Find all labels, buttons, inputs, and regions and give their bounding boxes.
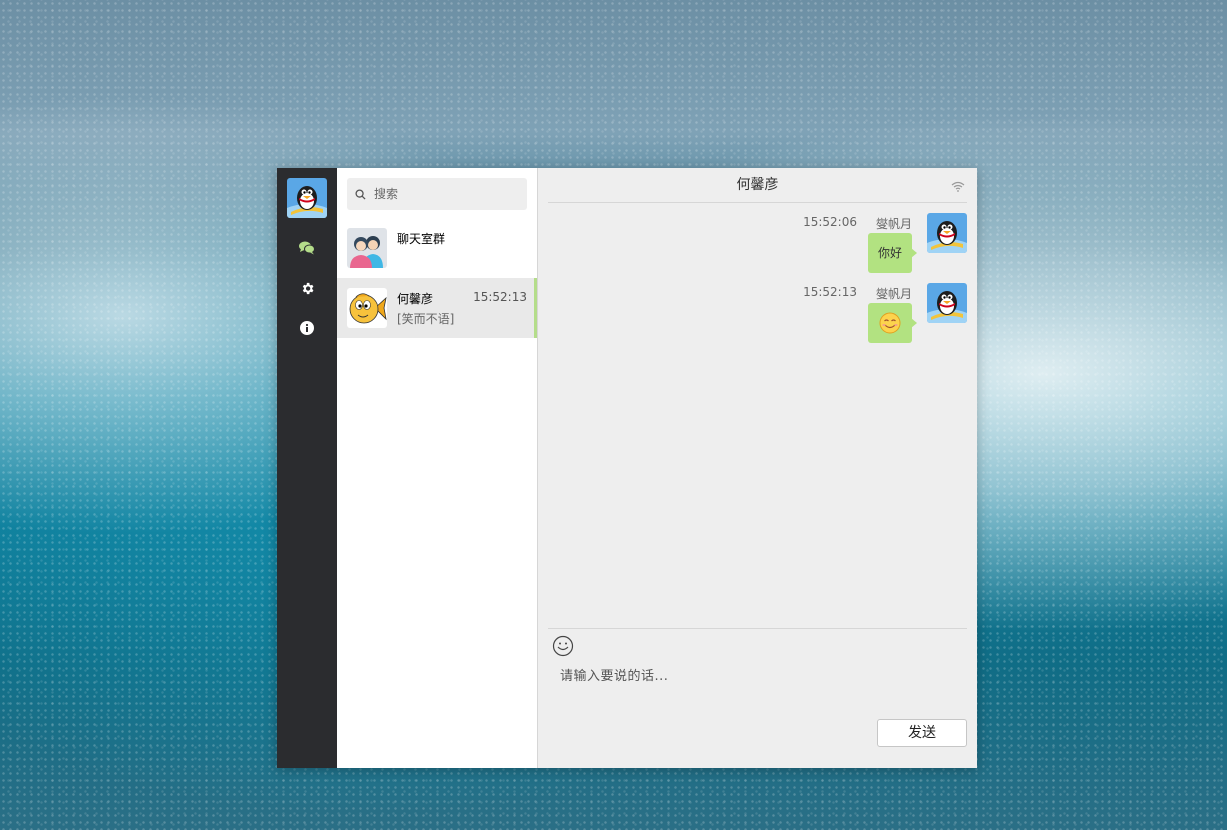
session-list-panel: 聊天室群 何馨彦 15:52:13 [笑而不语] bbox=[337, 168, 538, 768]
nav-about-button[interactable] bbox=[297, 318, 317, 338]
chat-bubbles-icon bbox=[299, 241, 315, 255]
search-icon bbox=[355, 188, 366, 200]
nav-chat-button[interactable] bbox=[297, 238, 317, 258]
session-last-message: [笑而不语] bbox=[397, 312, 455, 326]
wifi-icon bbox=[951, 177, 965, 196]
session-item-active[interactable]: 何馨彦 15:52:13 [笑而不语] bbox=[337, 278, 537, 338]
fish-avatar-icon bbox=[347, 288, 387, 328]
message-time: 15:52:06 bbox=[803, 215, 857, 229]
message-bubble bbox=[868, 303, 917, 343]
info-icon bbox=[300, 321, 314, 335]
chat-panel: 何馨彦 15:52:06 燮帆月 你好 15:52:13 燮帆月 请输入要说的话… bbox=[538, 168, 977, 768]
session-name: 聊天室群 bbox=[397, 232, 446, 246]
fish-avatar bbox=[347, 288, 387, 328]
nav-settings-button[interactable] bbox=[297, 278, 317, 298]
session-time: 15:52:13 bbox=[473, 290, 527, 304]
chat-title: 何馨彦 bbox=[736, 177, 779, 193]
message-input[interactable] bbox=[558, 663, 962, 697]
group-avatar bbox=[347, 228, 387, 268]
chat-header: 何馨彦 bbox=[548, 168, 967, 203]
sidebar-nav bbox=[277, 168, 337, 768]
qq-penguin-icon bbox=[927, 213, 967, 253]
chat-window: 聊天室群 何馨彦 15:52:13 [笑而不语] bbox=[277, 168, 977, 768]
qq-penguin-icon bbox=[927, 283, 967, 323]
smiley-outline-icon bbox=[552, 635, 574, 657]
message-bubble: 你好 bbox=[867, 233, 918, 273]
send-button[interactable]: 发送 bbox=[877, 719, 967, 747]
message-sender: 燮帆月 bbox=[875, 217, 912, 231]
message-avatar bbox=[927, 283, 967, 323]
message-avatar bbox=[927, 213, 967, 253]
session-item[interactable]: 聊天室群 bbox=[337, 218, 537, 278]
my-avatar[interactable] bbox=[287, 178, 327, 218]
search-box bbox=[347, 178, 527, 210]
gear-icon bbox=[302, 282, 313, 294]
emoji-button[interactable] bbox=[552, 635, 574, 661]
message-sender: 燮帆月 bbox=[875, 287, 912, 301]
search-input[interactable] bbox=[372, 186, 526, 202]
message-item: 15:52:06 燮帆月 你好 bbox=[547, 213, 967, 281]
qq-penguin-icon bbox=[287, 178, 327, 218]
smile-emoji-icon bbox=[879, 312, 901, 334]
message-item: 15:52:13 燮帆月 bbox=[547, 283, 967, 351]
message-time: 15:52:13 bbox=[803, 285, 857, 299]
group-avatar-icon bbox=[347, 228, 387, 268]
session-name: 何馨彦 bbox=[397, 292, 434, 306]
message-input-area: 发送 bbox=[548, 628, 967, 768]
